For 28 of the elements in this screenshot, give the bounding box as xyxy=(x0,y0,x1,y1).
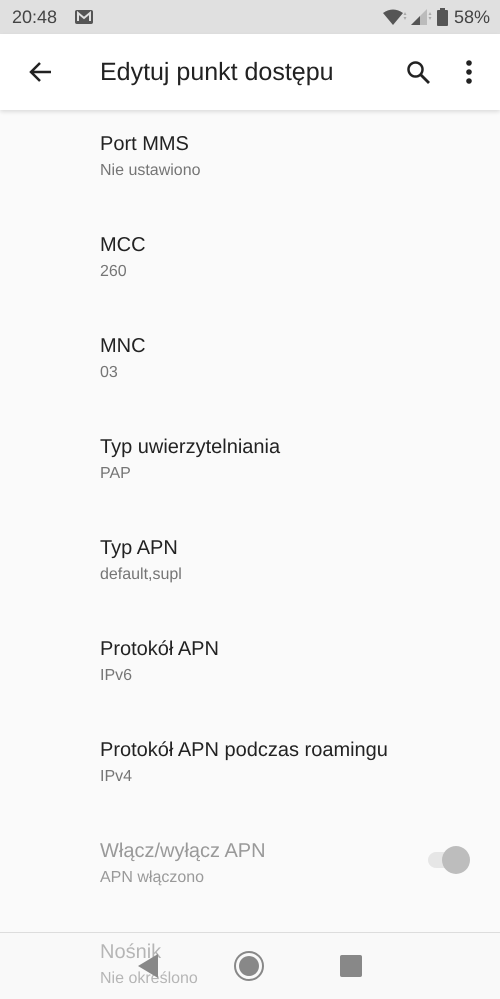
setting-summary: IPv6 xyxy=(100,666,132,686)
setting-title[interactable]: Protokół APN podczas roamingu xyxy=(100,737,388,763)
back-arrow-icon[interactable] xyxy=(28,61,52,83)
screen-title: Edytuj punkt dostępu xyxy=(100,58,334,86)
more-options-icon[interactable] xyxy=(466,60,472,84)
search-icon[interactable] xyxy=(406,60,430,84)
setting-title[interactable]: MCC xyxy=(100,232,146,258)
recents-icon[interactable] xyxy=(340,955,362,977)
setting-summary: default,supl xyxy=(100,565,182,585)
battery-icon xyxy=(436,8,448,26)
clock-time: 20:48 xyxy=(12,6,58,28)
battery-percent: 58% xyxy=(454,6,490,28)
setting-title[interactable]: Protokół APN xyxy=(100,636,219,662)
setting-summary: APN włączono xyxy=(100,868,204,888)
setting-title[interactable]: Typ uwierzytelniania xyxy=(100,434,280,460)
setting-summary: Nie ustawiono xyxy=(100,161,200,181)
wifi-icon xyxy=(382,9,407,25)
setting-summary: 260 xyxy=(100,262,127,282)
mail-icon xyxy=(75,10,94,24)
signal-icon xyxy=(410,9,433,25)
setting-title[interactable]: Port MMS xyxy=(100,131,189,157)
setting-summary: Nie określono xyxy=(100,969,198,989)
setting-summary: 03 xyxy=(100,363,118,383)
setting-title[interactable]: MNC xyxy=(100,333,146,359)
setting-summary: PAP xyxy=(100,464,131,484)
setting-summary: IPv4 xyxy=(100,767,132,787)
home-icon[interactable] xyxy=(232,950,265,982)
setting-title[interactable]: Typ APN xyxy=(100,535,178,561)
